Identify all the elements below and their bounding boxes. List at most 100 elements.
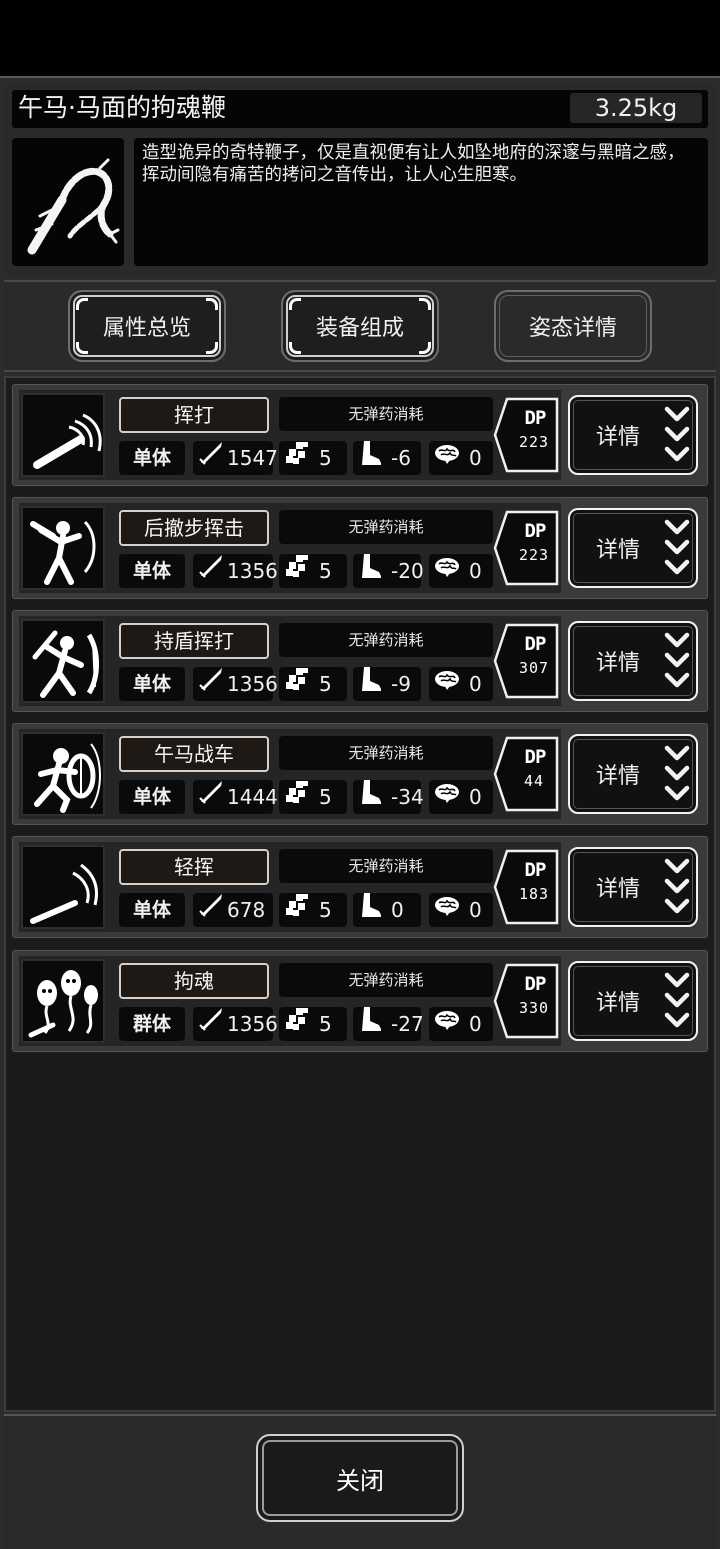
dp-badge: DP 183: [493, 849, 559, 925]
tab-corner-accent: [76, 342, 88, 354]
skill-detail-button[interactable]: 详情: [568, 621, 698, 701]
item-title: 午马·马面的拘魂鞭: [18, 93, 226, 122]
range-stat: 5: [279, 441, 347, 475]
ammo-cost: 无弹药消耗: [279, 623, 493, 657]
movement-stat: -34: [353, 780, 424, 814]
brain-value: 0: [469, 672, 482, 696]
movement-stat: -6: [353, 441, 421, 475]
dp-label: DP: [524, 859, 547, 881]
range-icon: [279, 552, 311, 590]
detail-label: 详情: [596, 538, 641, 563]
dp-badge: DP 223: [493, 397, 559, 473]
brain-stat: 0: [429, 667, 493, 701]
movement-value: -20: [391, 559, 424, 583]
attack-value: 1356: [227, 559, 278, 583]
dp-value: 223: [518, 546, 550, 564]
skill-row: 拘魂 无弹药消耗 群体 1356 5 -27 0 DP 330 详情: [12, 950, 708, 1052]
skill-row: 后撤步挥击 无弹药消耗 单体 1356 5 -20 0 DP 223 详情: [12, 497, 708, 599]
range-icon: [279, 891, 311, 929]
tab-corner-accent: [206, 298, 218, 310]
detail-label: 详情: [596, 651, 641, 676]
skill-detail-button[interactable]: 详情: [568, 395, 698, 475]
detail-label: 详情: [596, 425, 641, 450]
skill-detail-button[interactable]: 详情: [568, 847, 698, 927]
tab-equipment-composition[interactable]: 装备组成: [281, 290, 439, 362]
sword-icon: [193, 665, 225, 703]
range-value: 5: [319, 672, 332, 696]
tab-corner-accent: [289, 298, 301, 310]
scorpion-whip-icon: [12, 138, 124, 266]
movement-stat: -27: [353, 1005, 424, 1043]
ammo-cost: 无弹药消耗: [279, 963, 493, 997]
brain-stat: 0: [429, 1007, 493, 1041]
brain-stat: 0: [429, 441, 493, 475]
dp-badge: DP 307: [493, 623, 559, 699]
brain-icon: [429, 552, 461, 590]
skill-row: 午马战车 无弹药消耗 单体 1444 5 -34 0 DP 44 详情: [12, 723, 708, 825]
swing-strike-icon: [21, 393, 105, 477]
triple-chevron-down-icon: [664, 745, 690, 801]
attack-value: 678: [227, 898, 266, 922]
ammo-cost: 无弹药消耗: [279, 397, 493, 431]
attack-stat: 1356: [193, 665, 278, 703]
range-stat: 5: [279, 554, 347, 588]
brain-icon: [429, 665, 461, 703]
boot-icon: [353, 1005, 385, 1043]
skill-detail-button[interactable]: 详情: [568, 961, 698, 1041]
tab-corner-accent: [76, 298, 88, 310]
close-button[interactable]: 关闭: [256, 1434, 464, 1522]
range-icon: [279, 439, 311, 477]
range-value: 5: [319, 559, 332, 583]
skill-row: 轻挥 无弹药消耗 单体 678 5 0 0 DP 183 详情: [12, 836, 708, 938]
skill-name: 午马战车: [119, 736, 269, 772]
dp-label: DP: [524, 746, 547, 768]
dp-value: 44: [523, 772, 545, 790]
range-icon: [279, 778, 311, 816]
sword-icon: [193, 439, 225, 477]
skill-detail-button[interactable]: 详情: [568, 508, 698, 588]
dp-label: DP: [524, 973, 547, 995]
skill-name: 持盾挥打: [119, 623, 269, 659]
triple-chevron-down-icon: [664, 858, 690, 914]
detail-label: 详情: [596, 877, 641, 902]
tab-stance-details[interactable]: 姿态详情: [494, 290, 652, 362]
boot-icon: [353, 665, 385, 703]
range-icon: [279, 665, 311, 703]
ammo-cost: 无弹药消耗: [279, 736, 493, 770]
dp-value: 307: [518, 659, 550, 677]
range-stat: 5: [279, 893, 347, 927]
dp-label: DP: [524, 520, 547, 542]
brain-value: 0: [469, 446, 482, 470]
brain-icon: [429, 778, 461, 816]
attack-stat: 1356: [193, 1005, 278, 1043]
ammo-cost: 无弹药消耗: [279, 849, 493, 883]
brain-icon: [429, 891, 461, 929]
brain-value: 0: [469, 1012, 482, 1036]
attack-value: 1356: [227, 1012, 278, 1036]
brain-stat: 0: [429, 554, 493, 588]
sword-icon: [193, 1005, 225, 1043]
attack-stat: 1444: [193, 780, 278, 814]
dp-value: 183: [518, 885, 550, 903]
skill-name: 轻挥: [119, 849, 269, 885]
detail-label: 详情: [596, 991, 641, 1016]
movement-stat: -20: [353, 554, 424, 588]
movement-value: -6: [391, 446, 411, 470]
target-type: 单体: [119, 554, 185, 588]
light-swing-icon: [21, 845, 105, 929]
sword-icon: [193, 552, 225, 590]
movement-stat: 0: [353, 893, 421, 927]
target-type: 单体: [119, 893, 185, 927]
boot-icon: [353, 891, 385, 929]
dp-label: DP: [524, 407, 547, 429]
tab-corner-accent: [419, 298, 431, 310]
dp-badge: DP 223: [493, 510, 559, 586]
movement-value: 0: [391, 898, 404, 922]
soul-capture-icon: [21, 959, 105, 1043]
target-type: 单体: [119, 667, 185, 701]
skill-detail-button[interactable]: 详情: [568, 734, 698, 814]
brain-value: 0: [469, 559, 482, 583]
sword-icon: [193, 891, 225, 929]
range-stat: 5: [279, 1007, 347, 1041]
tab-attribute-overview[interactable]: 属性总览: [68, 290, 226, 362]
